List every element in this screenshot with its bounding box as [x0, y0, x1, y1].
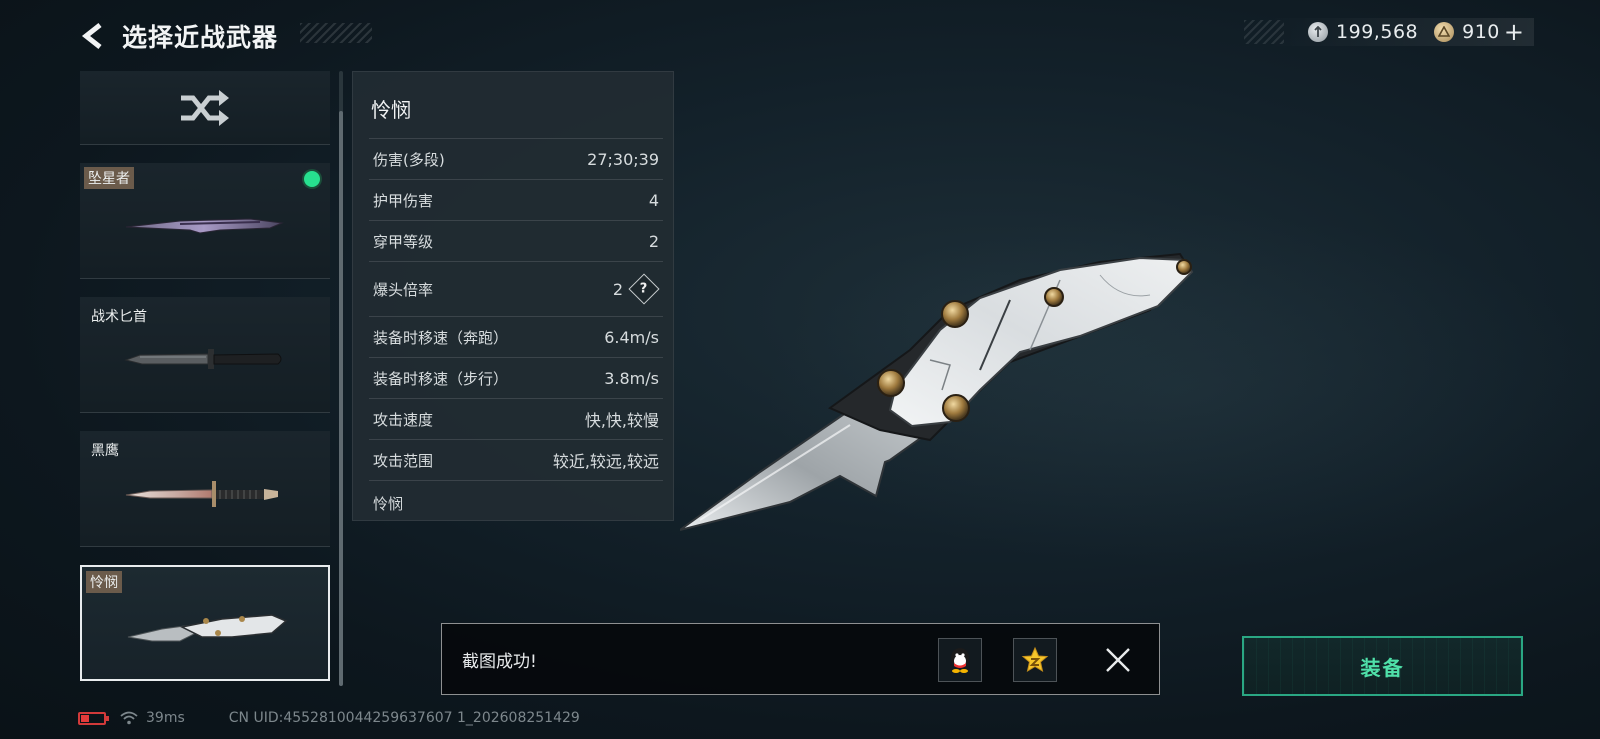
- weapon-card-black-hawk[interactable]: 黑鹰: [80, 431, 330, 547]
- weapon-card-starfall[interactable]: 坠星者: [80, 163, 330, 279]
- qq-icon: [951, 648, 969, 673]
- qzone-icon: [1021, 646, 1049, 673]
- stat-value: 2: [612, 279, 623, 299]
- weapon-list-scrollbar[interactable]: [339, 71, 343, 686]
- stat-row: 穿甲等级 2: [369, 220, 663, 261]
- add-currency-button[interactable]: +: [1504, 20, 1524, 44]
- wifi-icon: [120, 711, 138, 725]
- weapon-card-label: 坠星者: [84, 167, 134, 189]
- stat-label: 攻击速度: [373, 410, 434, 429]
- toast-message: 截图成功!: [462, 651, 537, 672]
- stat-row: 伤害(多段) 27;30;39: [369, 138, 663, 179]
- stat-value-with-help: 2 ?: [612, 273, 660, 305]
- share-qzone-button[interactable]: [1013, 638, 1057, 682]
- shuffle-icon: [181, 89, 229, 126]
- share-qq-button[interactable]: [938, 638, 982, 682]
- silver-coin-icon: [1308, 22, 1329, 42]
- ping-value: 39ms: [146, 710, 185, 726]
- silver-amount: 199,568: [1336, 21, 1419, 43]
- stat-label: 穿甲等级: [373, 232, 434, 251]
- stats-table: 伤害(多段) 27;30;39 护甲伤害 4 穿甲等级 2 爆头倍率 2 ? 装…: [369, 138, 663, 526]
- equip-button-label: 装备: [1360, 655, 1405, 680]
- battery-low-icon: [78, 711, 109, 725]
- weapon-name: 怜悯: [371, 98, 411, 122]
- weapon-list: 坠星者 战术匕首 黑鹰 怜悯: [80, 71, 330, 685]
- gold-coin-icon: [1434, 22, 1455, 42]
- stat-label: 装备时移速（步行）: [373, 369, 509, 388]
- equipped-indicator: [304, 171, 320, 187]
- stat-label: 伤害(多段): [373, 150, 445, 169]
- stat-label: 装备时移速（奔跑）: [373, 328, 509, 347]
- tactical-dagger-image: [124, 349, 282, 369]
- stat-row: 攻击速度 快,快,较慢: [369, 398, 663, 439]
- stat-row: 装备时移速（步行） 3.8m/s: [369, 357, 663, 398]
- stat-value: 27;30;39: [587, 149, 659, 169]
- random-weapon-card[interactable]: [80, 71, 330, 145]
- weapon-card-tactical-dagger[interactable]: 战术匕首: [80, 297, 330, 413]
- stat-value: 快,快,较慢: [584, 411, 659, 430]
- help-button[interactable]: ?: [628, 273, 660, 305]
- page-header: 选择近战武器: [78, 16, 278, 56]
- weapon-description: 怜悯: [369, 480, 663, 526]
- title-decoration: [300, 23, 372, 43]
- stat-row: 护甲伤害 4: [369, 179, 663, 220]
- mercy-knife-image: [127, 614, 288, 642]
- stat-value: 4: [648, 190, 659, 210]
- status-bar: 39ms CN UID:4552810044259637607 1_202608…: [78, 708, 580, 728]
- weapon-card-label: 黑鹰: [91, 443, 119, 459]
- equip-button[interactable]: 装备: [1242, 636, 1523, 696]
- user-uid: CN UID:4552810044259637607 1_20260825142…: [228, 710, 580, 726]
- stat-value: 较近,较远,较远: [552, 452, 659, 471]
- weapon-card-mercy[interactable]: 怜悯: [80, 565, 330, 681]
- currency-bar: 199,568 910 +: [1268, 18, 1534, 46]
- stat-value: 3.8m/s: [604, 368, 659, 388]
- help-icon: ?: [640, 281, 648, 297]
- toast-close-button[interactable]: [1102, 644, 1134, 676]
- stat-value: 2: [648, 231, 659, 251]
- mercy-knife-preview[interactable]: [680, 240, 1220, 550]
- stat-label: 攻击范围: [373, 451, 434, 470]
- back-button[interactable]: [78, 21, 108, 51]
- stat-label: 爆头倍率: [373, 280, 434, 299]
- page-title: 选择近战武器: [122, 23, 279, 52]
- stat-value: 6.4m/s: [604, 327, 659, 347]
- weapon-card-label: 怜悯: [86, 571, 122, 593]
- stat-row: 爆头倍率 2 ?: [369, 261, 663, 316]
- back-arrow-icon: [81, 23, 102, 49]
- weapon-card-label: 战术匕首: [91, 309, 147, 325]
- stat-row: 装备时移速（奔跑） 6.4m/s: [369, 316, 663, 357]
- starfall-knife-image: [125, 218, 284, 234]
- stat-label: 护甲伤害: [373, 191, 434, 210]
- scrollbar-thumb[interactable]: [339, 111, 343, 686]
- gold-amount: 910: [1462, 21, 1500, 43]
- black-hawk-knife-image: [125, 481, 278, 507]
- stat-row: 攻击范围 较近,较远,较远: [369, 439, 663, 480]
- weapon-stats-panel: 怜悯 伤害(多段) 27;30;39 护甲伤害 4 穿甲等级 2 爆头倍率 2 …: [352, 71, 674, 521]
- close-icon: [1106, 648, 1130, 672]
- screenshot-toast: 截图成功!: [441, 623, 1160, 695]
